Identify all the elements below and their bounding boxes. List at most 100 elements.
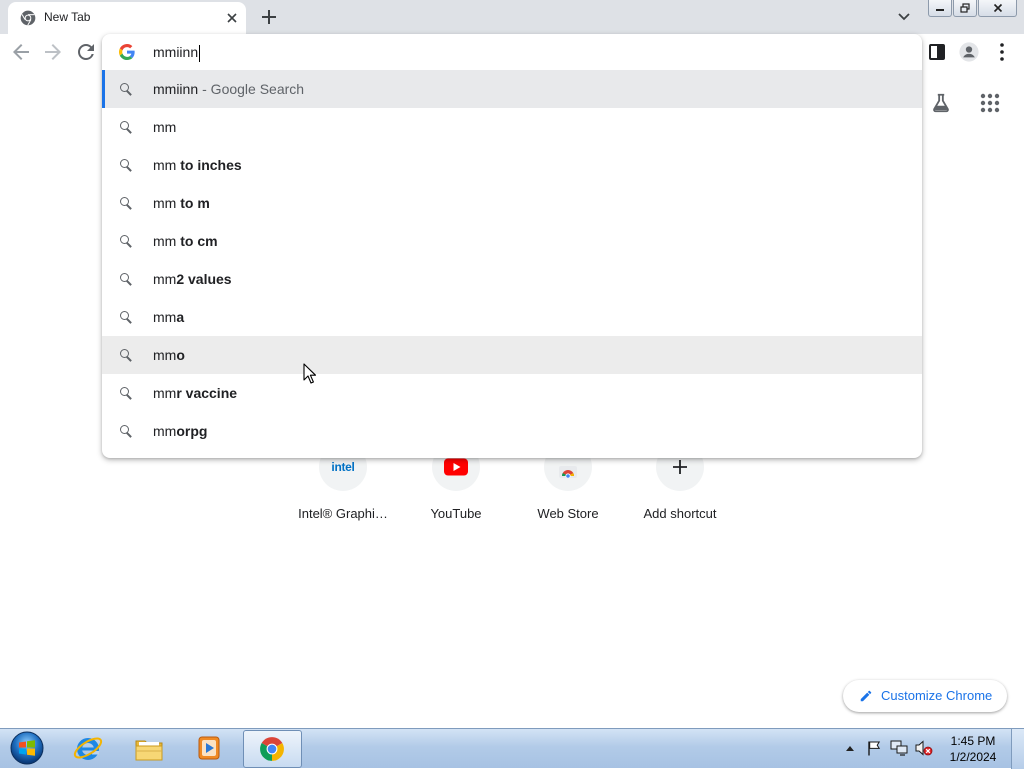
selection-indicator xyxy=(102,70,105,108)
windows-taskbar: 1:45 PM 1/2/2024 xyxy=(0,728,1024,769)
tab-close-button[interactable] xyxy=(224,10,240,26)
reload-button[interactable] xyxy=(74,40,98,64)
network-icon[interactable] xyxy=(890,740,908,756)
taskbar-clock[interactable]: 1:45 PM 1/2/2024 xyxy=(940,733,1006,765)
shortcut-label: Intel® Graphi… xyxy=(298,506,388,521)
search-icon xyxy=(120,425,134,439)
suggestion-query: mm xyxy=(153,119,177,135)
shortcut-label: Web Store xyxy=(537,506,599,521)
suggestion-row[interactable]: mmr vaccine xyxy=(102,374,922,412)
suggestion-hint: - Google Search xyxy=(202,81,305,97)
new-tab-button[interactable] xyxy=(259,7,279,27)
media-player-icon xyxy=(198,736,220,760)
customize-chrome-button[interactable]: Customize Chrome xyxy=(843,680,1007,712)
kebab-menu-icon xyxy=(1000,43,1004,61)
suggestion-text: mmr vaccine xyxy=(153,374,237,412)
apps-grid-icon xyxy=(980,93,1000,113)
suggestion-query: mm xyxy=(153,385,177,401)
show-desktop-button[interactable] xyxy=(1011,729,1024,769)
suggestion-row[interactable]: mmorpg xyxy=(102,412,922,450)
suggestion-text: mm to cm xyxy=(153,222,218,260)
text-caret xyxy=(199,44,201,62)
start-orb-icon xyxy=(10,731,44,765)
tab-search-button[interactable] xyxy=(896,8,912,24)
internet-explorer-icon xyxy=(73,737,103,760)
suggestion-query: mm xyxy=(153,309,177,325)
start-button[interactable] xyxy=(10,731,44,765)
forward-button[interactable] xyxy=(41,40,65,64)
suggestion-row[interactable]: mm to cm xyxy=(102,222,922,260)
close-icon xyxy=(993,3,1002,13)
suggestion-text: mmo xyxy=(153,336,185,374)
restore-icon xyxy=(960,3,970,13)
back-button[interactable] xyxy=(9,40,33,64)
suggestion-completion: a xyxy=(176,309,185,325)
intel-icon: intel xyxy=(331,460,355,474)
suggestion-completion: o xyxy=(176,347,185,363)
youtube-icon xyxy=(444,458,468,476)
suggestion-query: mm xyxy=(153,195,181,211)
suggestion-query: mm xyxy=(153,233,181,249)
show-hidden-icons-icon[interactable] xyxy=(846,746,854,751)
chrome-menu-button[interactable] xyxy=(992,42,1012,62)
internet-explorer-button[interactable] xyxy=(72,732,104,764)
file-explorer-button[interactable] xyxy=(133,733,165,765)
search-icon xyxy=(120,311,134,325)
suggestion-text: mm2 values xyxy=(153,260,232,298)
chrome-labs-button[interactable] xyxy=(930,92,952,114)
tab-new-tab[interactable]: New Tab xyxy=(8,2,246,34)
suggestion-row[interactable]: mm to m xyxy=(102,184,922,222)
media-player-button[interactable] xyxy=(193,732,225,764)
side-panel-button[interactable] xyxy=(927,42,947,62)
search-icon xyxy=(120,235,134,249)
suggestion-row[interactable]: mmiinn - Google Search xyxy=(102,70,922,108)
suggestion-completion: orpg xyxy=(176,423,208,439)
reload-icon xyxy=(78,44,94,60)
google-apps-button[interactable] xyxy=(980,93,1000,113)
suggestion-row[interactable]: mm xyxy=(102,108,922,146)
back-arrow-icon xyxy=(13,44,29,60)
suggestion-row[interactable]: mma xyxy=(102,298,922,336)
profile-button[interactable] xyxy=(959,42,979,62)
suggestion-query: mm xyxy=(153,271,177,287)
search-icon xyxy=(120,273,134,287)
restore-button[interactable] xyxy=(953,0,977,17)
suggestion-completion: to inches xyxy=(180,157,242,173)
omnibox-input[interactable]: mmiinn xyxy=(153,34,201,70)
omnibox-dropdown: mmiinn mmiinn - Google Search mm mm to in… xyxy=(102,34,922,458)
suggestion-row[interactable]: mm to inches xyxy=(102,146,922,184)
suggestion-text: mmiinn - Google Search xyxy=(153,70,304,108)
suggestion-text: mm to m xyxy=(153,184,210,222)
plus-icon xyxy=(672,459,688,475)
file-explorer-icon xyxy=(135,740,163,761)
search-icon xyxy=(120,121,134,135)
chrome-favicon-icon xyxy=(20,10,36,26)
close-window-button[interactable] xyxy=(978,0,1017,17)
minimize-button[interactable] xyxy=(928,0,952,17)
suggestion-text: mm xyxy=(153,108,176,146)
side-panel-icon xyxy=(929,44,945,60)
suggestion-query: mmiinn xyxy=(153,81,199,97)
forward-arrow-icon xyxy=(45,44,61,60)
tab-title: New Tab xyxy=(44,10,91,24)
web-store-icon xyxy=(559,464,577,478)
pencil-icon xyxy=(859,689,873,703)
mouse-cursor-icon xyxy=(303,363,317,385)
suggestion-query: mm xyxy=(153,347,177,363)
action-center-flag-icon[interactable] xyxy=(866,740,882,756)
search-icon xyxy=(120,197,134,211)
search-icon xyxy=(120,159,134,173)
omnibox-value: mmiinn xyxy=(153,44,199,60)
suggestion-row[interactable]: mm2 values xyxy=(102,260,922,298)
tab-strip: New Tab xyxy=(0,0,1024,34)
suggestion-text: mma xyxy=(153,298,184,336)
minimize-icon xyxy=(936,9,944,11)
google-g-icon xyxy=(119,44,135,60)
suggestion-completion: r vaccine xyxy=(176,385,238,401)
chrome-icon xyxy=(259,736,285,762)
suggestion-row[interactable]: mmo xyxy=(102,336,922,374)
shortcut-label: YouTube xyxy=(430,506,482,521)
chrome-taskbar-button[interactable] xyxy=(243,730,302,768)
plus-icon xyxy=(262,10,276,24)
volume-muted-icon[interactable] xyxy=(915,740,933,756)
